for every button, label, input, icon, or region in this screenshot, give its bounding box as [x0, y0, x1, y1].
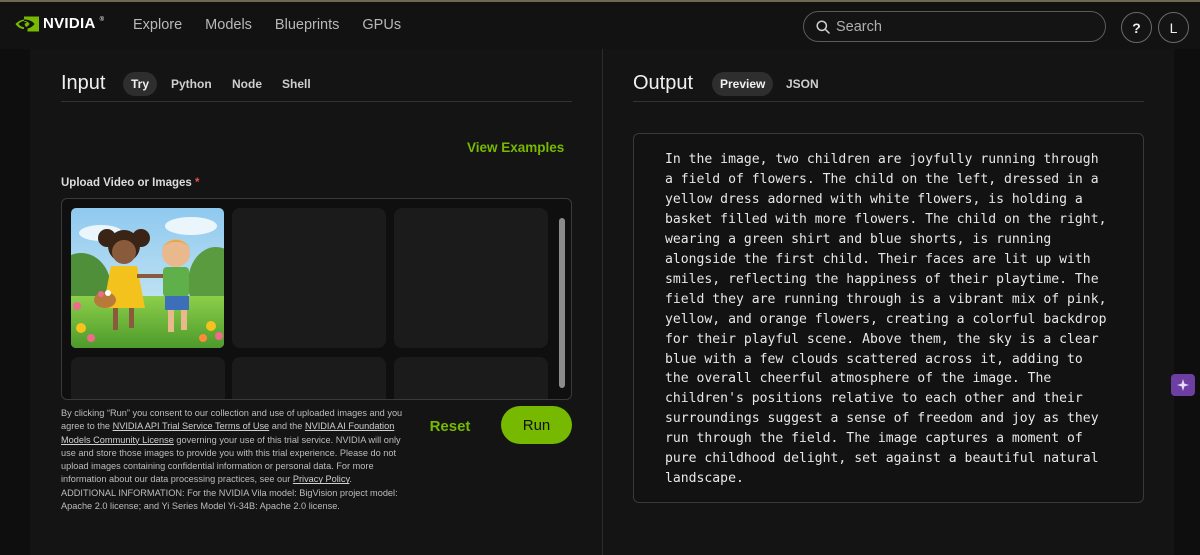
input-header-divider — [61, 101, 572, 102]
output-text: In the image, two children are joyfully … — [665, 152, 1107, 487]
nav-link-blueprints[interactable]: Blueprints — [275, 17, 339, 33]
empty-image-slot[interactable] — [394, 357, 548, 399]
run-button[interactable]: Run — [501, 406, 572, 444]
children-running-image — [71, 208, 224, 348]
nav-link-gpus[interactable]: GPUs — [362, 17, 401, 33]
required-marker: * — [195, 177, 200, 189]
sparkle-icon — [1177, 379, 1189, 391]
upload-scrollbar[interactable] — [558, 208, 566, 398]
panel-divider — [602, 49, 603, 555]
top-navbar: NVIDIA ® Explore Models Blueprints GPUs … — [0, 2, 1200, 49]
upload-dropzone[interactable] — [61, 198, 572, 400]
tab-python[interactable]: Python — [163, 72, 220, 96]
tab-try[interactable]: Try — [123, 72, 158, 96]
assistant-fab-button[interactable] — [1171, 374, 1195, 396]
output-header-divider — [633, 101, 1144, 102]
search-box[interactable] — [803, 11, 1106, 42]
uploaded-image-thumbnail[interactable] — [71, 208, 224, 348]
search-icon — [816, 19, 830, 34]
view-examples-link[interactable]: View Examples — [467, 140, 564, 155]
tab-shell[interactable]: Shell — [274, 72, 319, 96]
output-title: Output — [633, 72, 694, 94]
help-icon: ? — [1132, 19, 1141, 36]
brand-name: NVIDIA — [43, 15, 96, 32]
empty-image-slot[interactable] — [232, 208, 386, 348]
reset-button[interactable]: Reset — [422, 407, 478, 445]
nvidia-eye-icon — [15, 16, 39, 31]
nvidia-logo[interactable]: NVIDIA ® — [15, 15, 104, 32]
nav-link-models[interactable]: Models — [205, 17, 252, 33]
terms-of-use-link[interactable]: NVIDIA API Trial Service Terms of Use — [113, 421, 270, 431]
user-initial: L — [1169, 19, 1178, 36]
main-nav: Explore Models Blueprints GPUs — [133, 17, 424, 33]
output-preview-box: In the image, two children are joyfully … — [633, 133, 1144, 503]
legal-notice: By clicking “Run” you consent to our col… — [61, 408, 403, 512]
upload-label: Upload Video or Images * — [61, 177, 200, 189]
user-avatar-button[interactable]: L — [1158, 12, 1189, 43]
tab-preview[interactable]: Preview — [712, 72, 774, 96]
privacy-policy-link[interactable]: Privacy Policy — [293, 474, 350, 484]
empty-image-slot[interactable] — [232, 357, 386, 399]
empty-image-slot[interactable] — [394, 208, 548, 348]
tab-node[interactable]: Node — [224, 72, 270, 96]
tab-json[interactable]: JSON — [778, 72, 827, 96]
search-input[interactable] — [836, 18, 1076, 35]
empty-image-slot[interactable] — [71, 357, 225, 399]
help-button[interactable]: ? — [1121, 12, 1152, 43]
nav-link-explore[interactable]: Explore — [133, 17, 182, 33]
scrollbar-thumb[interactable] — [559, 218, 565, 388]
input-title: Input — [61, 72, 106, 94]
